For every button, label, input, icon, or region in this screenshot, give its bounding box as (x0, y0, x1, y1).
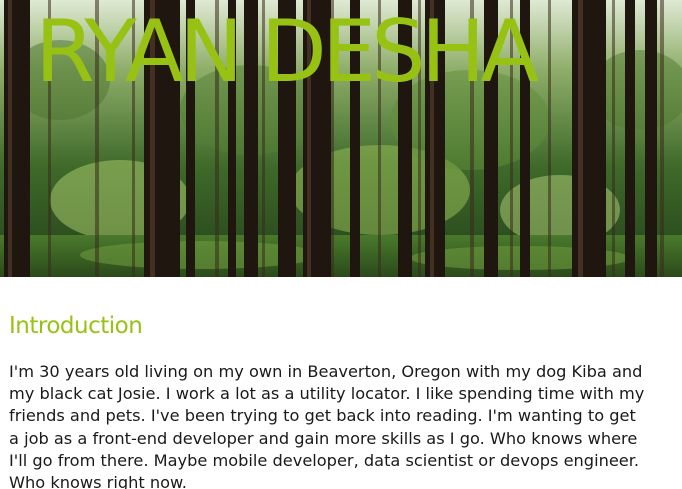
intro-heading: Introduction (9, 313, 143, 339)
hero-banner: RYAN DESHA (0, 0, 682, 277)
site-title: RYAN DESHA (35, 2, 539, 102)
intro-paragraph: I'm 30 years old living on my own in Bea… (9, 362, 645, 489)
